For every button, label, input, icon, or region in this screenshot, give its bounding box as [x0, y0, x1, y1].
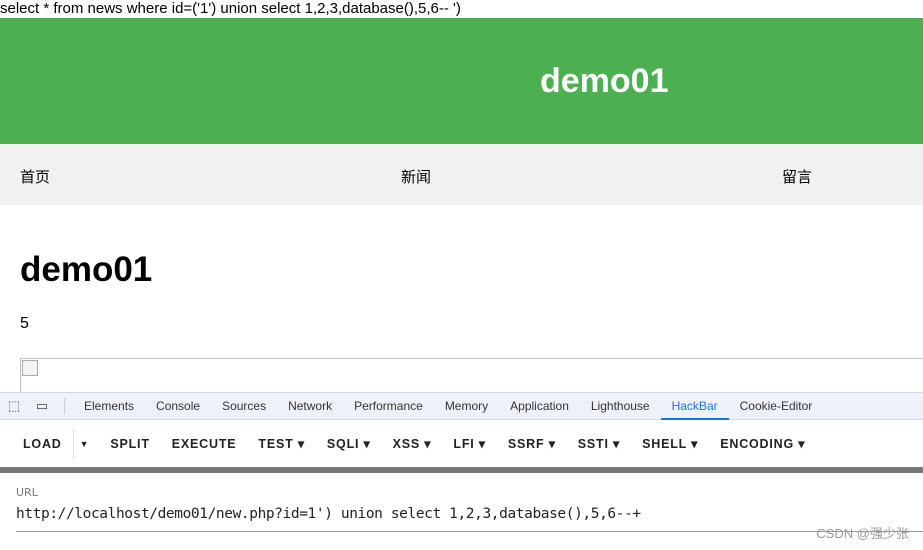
tab-memory[interactable]: Memory [434, 393, 499, 420]
divider [64, 398, 65, 414]
load-dropdown-icon[interactable]: ▼ [72, 427, 96, 460]
tab-application[interactable]: Application [499, 393, 580, 420]
tab-hackbar[interactable]: HackBar [660, 393, 729, 420]
nav-message[interactable]: 留言 [782, 166, 812, 187]
execute-button[interactable]: EXECUTE [161, 437, 248, 451]
devtools-tabbar: ⬚ ▭ Elements Console Sources Network Per… [0, 392, 923, 420]
tab-performance[interactable]: Performance [343, 393, 434, 420]
tab-console[interactable]: Console [145, 393, 211, 420]
site-header: demo01 [0, 18, 923, 144]
hackbar-divider [0, 467, 923, 473]
site-nav: 首页 新闻 留言 [0, 144, 923, 205]
tab-elements[interactable]: Elements [73, 393, 145, 420]
tab-network[interactable]: Network [277, 393, 343, 420]
broken-image-icon [22, 360, 38, 376]
test-menu[interactable]: TEST ▾ [247, 436, 316, 451]
lfi-menu[interactable]: LFI ▾ [442, 436, 497, 451]
device-toolbar-icon[interactable]: ▭ [28, 398, 56, 414]
xss-menu[interactable]: XSS ▾ [382, 436, 443, 451]
ssti-menu[interactable]: SSTI ▾ [567, 436, 631, 451]
sqli-menu[interactable]: SQLI ▾ [316, 436, 382, 451]
encoding-menu[interactable]: ENCODING ▾ [709, 436, 816, 451]
tab-cookie-editor[interactable]: Cookie-Editor [729, 393, 824, 420]
site-title: demo01 [540, 61, 669, 100]
devtools-panel: ⬚ ▭ Elements Console Sources Network Per… [0, 392, 923, 550]
shell-menu[interactable]: SHELL ▾ [631, 436, 709, 451]
tab-sources[interactable]: Sources [211, 393, 277, 420]
nav-news[interactable]: 新闻 [401, 166, 431, 187]
tab-lighthouse[interactable]: Lighthouse [580, 393, 661, 420]
ssrf-menu[interactable]: SSRF ▾ [497, 436, 567, 451]
hackbar-toolbar: LOAD ▼ SPLIT EXECUTE TEST ▾ SQLI ▾ XSS ▾… [0, 420, 923, 467]
page-heading: demo01 [20, 250, 153, 289]
url-label: URL [16, 486, 38, 499]
inspect-element-icon[interactable]: ⬚ [0, 398, 28, 414]
watermark: CSDN @强少张 [816, 526, 909, 541]
url-input[interactable]: http://localhost/demo01/new.php?id=1') u… [16, 506, 923, 532]
result-value: 5 [20, 315, 29, 332]
split-button[interactable]: SPLIT [99, 437, 160, 451]
nav-home[interactable]: 首页 [20, 166, 50, 187]
load-button[interactable]: LOAD [12, 437, 73, 451]
sql-query-text: select * from news where id=('1') union … [0, 0, 461, 17]
